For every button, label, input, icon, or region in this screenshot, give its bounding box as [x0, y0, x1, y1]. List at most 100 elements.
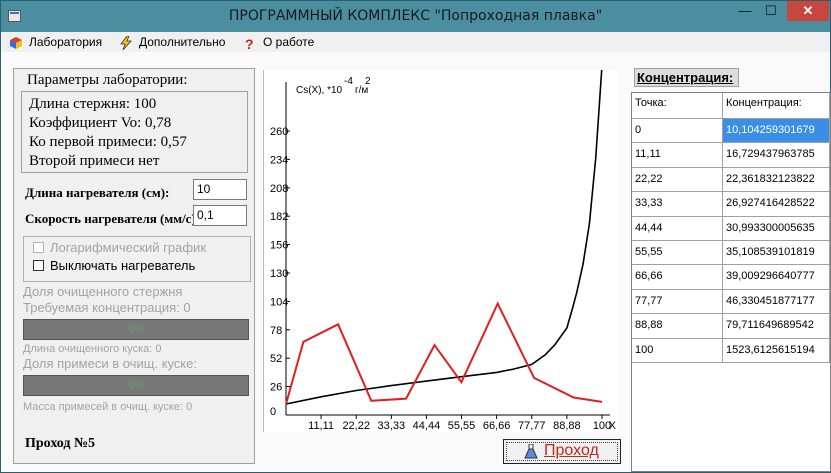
- x-axis-label: X: [609, 420, 617, 432]
- x-tick-label: 88,88: [553, 420, 581, 432]
- y-tick-label: 130: [270, 268, 288, 280]
- y-tick-label: 104: [270, 296, 288, 308]
- y-tick-label: 78: [270, 325, 282, 337]
- pass-button[interactable]: Проход: [503, 439, 621, 464]
- app-window: ПРОГРАММНЫЙ КОМПЛЕКС "Попроходная плавка…: [0, 0, 831, 473]
- y-tick-label: 182: [270, 211, 288, 223]
- log-graph-checkbox[interactable]: Логарифмический график: [33, 240, 206, 256]
- concentration-header: Концентрация:: [634, 68, 739, 87]
- menu-additional[interactable]: Дополнительно: [119, 34, 225, 50]
- question-icon: ?: [245, 35, 254, 52]
- maximize-button[interactable]: ☐: [758, 1, 784, 21]
- param-coefficient: Коэффициент Vo: 0,78: [29, 115, 172, 131]
- y-tick-label: 208: [270, 183, 288, 195]
- y-tick-label: 260: [270, 126, 288, 138]
- concentration-plot: 0 26 52 78 104 130 156 182 208 234 260 11,11 22,22 33…: [263, 70, 619, 432]
- cell-point[interactable]: 88,88: [632, 314, 723, 338]
- x-tick-label: 44,44: [413, 420, 441, 432]
- heater-off-label: Выключать нагреватель: [50, 258, 196, 273]
- cleaned-fraction-label: Доля очищенного стержня: [23, 284, 183, 299]
- cell-point[interactable]: 66,66: [632, 265, 723, 289]
- cell-point[interactable]: 55,55: [632, 241, 723, 265]
- param-first-impurity: Ко первой примеси: 0,57: [29, 134, 187, 150]
- y-axis-label: Cs(X), *10: [296, 85, 343, 96]
- cell-concentration[interactable]: 46,330451877177: [723, 289, 830, 314]
- params-legend: Параметры лаборатории:: [25, 72, 190, 89]
- cell-concentration[interactable]: 35,108539101819: [723, 241, 830, 265]
- y-tick-label: 156: [270, 240, 288, 252]
- cell-concentration[interactable]: 30,993300005635: [723, 216, 830, 240]
- heater-speed-label: Скорость нагревателя (мм/с):: [25, 211, 201, 226]
- lab-icon: [10, 36, 22, 49]
- y-tick-label: 52: [270, 353, 282, 365]
- window-title: ПРОГРАММНЫЙ КОМПЛЕКС "Попроходная плавка…: [228, 8, 603, 24]
- param-rod-length: Длина стержня: 100: [29, 96, 157, 112]
- lightning-icon: [120, 35, 132, 50]
- impurity-curve: [285, 301, 603, 405]
- concentration-table: Точка: Концентрация: 0 10,104259301679 11,…: [631, 92, 831, 472]
- table-header-row: Точка: Концентрация:: [632, 93, 830, 119]
- x-tick-label: 77,77: [518, 420, 546, 432]
- cell-concentration[interactable]: 10,104259301679: [723, 119, 830, 143]
- concentration-curve: [285, 70, 603, 405]
- cell-point[interactable]: 100: [632, 338, 723, 362]
- title-bar: ПРОГРАММНЫЙ КОМПЛЕКС "Попроходная плавка…: [1, 1, 830, 32]
- menu-laboratory-label: Лаборатория: [29, 35, 103, 49]
- y-tick-label: 26: [270, 382, 282, 394]
- log-graph-label: Логарифмический график: [50, 240, 207, 255]
- pass-number-label: Проход №5: [25, 436, 96, 451]
- cleaned-length-label: Длина очищенного куска: 0: [23, 343, 162, 355]
- menu-about-label: О работе: [263, 35, 315, 49]
- close-button[interactable]: ✕: [787, 1, 829, 21]
- minimize-button[interactable]: —: [732, 1, 758, 21]
- heater-length-input[interactable]: 10: [193, 179, 247, 200]
- col-conc-header: Концентрация:: [723, 93, 830, 118]
- menu-about[interactable]: ? О работе: [245, 34, 315, 52]
- heater-speed-input[interactable]: 0,1: [193, 205, 247, 226]
- menu-bar: Лаборатория Дополнительно ? О работе: [1, 32, 830, 52]
- impurity-progress-bar: 0%: [23, 375, 249, 396]
- cell-concentration[interactable]: 22,361832123822: [723, 167, 830, 192]
- cell-point[interactable]: 22,22: [632, 167, 723, 192]
- cell-point[interactable]: 77,77: [632, 289, 723, 314]
- cell-point[interactable]: 11,11: [632, 143, 723, 167]
- cell-point[interactable]: 44,44: [632, 216, 723, 240]
- table-row[interactable]: 0 10,104259301679: [632, 119, 830, 144]
- table-row[interactable]: 11,11 16,729437963785: [632, 143, 830, 168]
- table-row[interactable]: 22,22 22,361832123822: [632, 167, 830, 193]
- pass-button-label: Проход: [544, 442, 599, 459]
- cell-point[interactable]: 33,33: [632, 192, 723, 216]
- menu-additional-label: Дополнительно: [139, 35, 226, 49]
- required-conc-label: Требуемая концентрация: 0: [23, 300, 191, 315]
- table-row[interactable]: 55,55 35,108539101819: [632, 241, 830, 266]
- cell-point[interactable]: 0: [632, 119, 723, 143]
- impurity-fraction-label: Доля примеси в очищ. куске:: [23, 356, 197, 371]
- table-row[interactable]: 88,88 79,711649689542: [632, 314, 830, 339]
- table-row[interactable]: 100 1523,6125615194: [632, 338, 830, 363]
- table-row[interactable]: 33,33 26,927416428522: [632, 192, 830, 217]
- heater-length-label: Длина нагревателя (см):: [25, 185, 170, 200]
- cell-concentration[interactable]: 26,927416428522: [723, 192, 830, 216]
- impurity-progress-value: 0%: [128, 379, 144, 391]
- table-row[interactable]: 77,77 46,330451877177: [632, 289, 830, 315]
- table-row[interactable]: 44,44 30,993300005635: [632, 216, 830, 241]
- x-tick-label: 55,55: [448, 420, 476, 432]
- cleaned-progress-bar: 0%: [23, 319, 249, 340]
- main-area: Параметры лаборатории: Длина стержня: 10…: [1, 52, 831, 472]
- cleaned-progress-value: 0%: [128, 323, 144, 335]
- impurity-mass-label: Масса примесей в очищ. куске: 0: [23, 401, 193, 413]
- cell-concentration[interactable]: 39,009296640777: [723, 265, 830, 289]
- cell-concentration[interactable]: 79,711649689542: [723, 314, 830, 338]
- x-tick-label: 22,22: [342, 420, 370, 432]
- col-point-header: Точка:: [632, 93, 723, 118]
- heater-off-checkbox[interactable]: Выключать нагреватель: [33, 258, 195, 274]
- cell-concentration[interactable]: 16,729437963785: [723, 143, 830, 167]
- flask-icon: [524, 444, 538, 459]
- x-tick-label: 66,66: [483, 420, 511, 432]
- y-axis-label-unit-exponent: 2: [365, 76, 371, 87]
- cell-concentration[interactable]: 1523,6125615194: [723, 338, 830, 362]
- param-second-impurity: Второй примеси нет: [29, 153, 160, 169]
- menu-laboratory[interactable]: Лаборатория: [9, 34, 102, 50]
- table-row[interactable]: 66,66 39,009296640777: [632, 265, 830, 290]
- y-axis-label-exponent: -4: [344, 76, 353, 87]
